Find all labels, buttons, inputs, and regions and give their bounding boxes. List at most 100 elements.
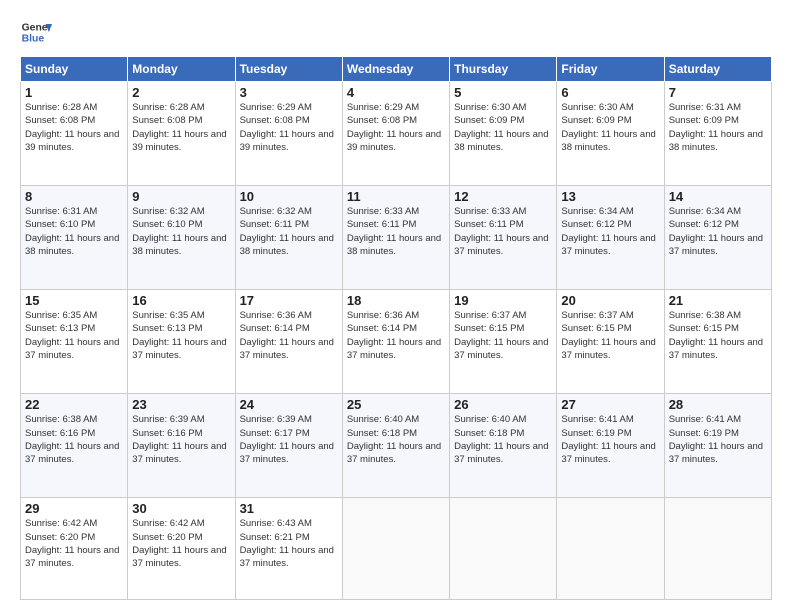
day-info: Sunrise: 6:28 AM Sunset: 6:08 PM Dayligh… [132, 101, 230, 154]
calendar-day-cell: 20 Sunrise: 6:37 AM Sunset: 6:15 PM Dayl… [557, 290, 664, 394]
calendar-day-cell [342, 498, 449, 600]
calendar-day-cell: 10 Sunrise: 6:32 AM Sunset: 6:11 PM Dayl… [235, 186, 342, 290]
page: General Blue SundayMondayTuesdayWednesda… [0, 0, 792, 612]
calendar-day-cell [664, 498, 771, 600]
calendar-day-cell: 29 Sunrise: 6:42 AM Sunset: 6:20 PM Dayl… [21, 498, 128, 600]
calendar-week-row: 22 Sunrise: 6:38 AM Sunset: 6:16 PM Dayl… [21, 394, 772, 498]
day-info: Sunrise: 6:37 AM Sunset: 6:15 PM Dayligh… [561, 309, 659, 362]
day-number: 8 [25, 189, 123, 204]
day-number: 18 [347, 293, 445, 308]
day-number: 15 [25, 293, 123, 308]
calendar-day-cell: 21 Sunrise: 6:38 AM Sunset: 6:15 PM Dayl… [664, 290, 771, 394]
day-info: Sunrise: 6:29 AM Sunset: 6:08 PM Dayligh… [347, 101, 445, 154]
day-info: Sunrise: 6:33 AM Sunset: 6:11 PM Dayligh… [347, 205, 445, 258]
calendar-day-cell: 17 Sunrise: 6:36 AM Sunset: 6:14 PM Dayl… [235, 290, 342, 394]
day-info: Sunrise: 6:35 AM Sunset: 6:13 PM Dayligh… [25, 309, 123, 362]
day-info: Sunrise: 6:30 AM Sunset: 6:09 PM Dayligh… [561, 101, 659, 154]
weekday-header-cell: Wednesday [342, 57, 449, 82]
calendar-day-cell: 22 Sunrise: 6:38 AM Sunset: 6:16 PM Dayl… [21, 394, 128, 498]
calendar-week-row: 8 Sunrise: 6:31 AM Sunset: 6:10 PM Dayli… [21, 186, 772, 290]
day-number: 10 [240, 189, 338, 204]
day-number: 14 [669, 189, 767, 204]
day-info: Sunrise: 6:43 AM Sunset: 6:21 PM Dayligh… [240, 517, 338, 570]
day-number: 16 [132, 293, 230, 308]
day-number: 3 [240, 85, 338, 100]
calendar-day-cell: 4 Sunrise: 6:29 AM Sunset: 6:08 PM Dayli… [342, 82, 449, 186]
day-number: 13 [561, 189, 659, 204]
calendar-day-cell: 7 Sunrise: 6:31 AM Sunset: 6:09 PM Dayli… [664, 82, 771, 186]
calendar-day-cell: 13 Sunrise: 6:34 AM Sunset: 6:12 PM Dayl… [557, 186, 664, 290]
day-number: 25 [347, 397, 445, 412]
calendar-body: 1 Sunrise: 6:28 AM Sunset: 6:08 PM Dayli… [21, 82, 772, 600]
day-info: Sunrise: 6:33 AM Sunset: 6:11 PM Dayligh… [454, 205, 552, 258]
calendar-day-cell: 26 Sunrise: 6:40 AM Sunset: 6:18 PM Dayl… [450, 394, 557, 498]
day-info: Sunrise: 6:34 AM Sunset: 6:12 PM Dayligh… [669, 205, 767, 258]
weekday-header-row: SundayMondayTuesdayWednesdayThursdayFrid… [21, 57, 772, 82]
calendar-day-cell: 6 Sunrise: 6:30 AM Sunset: 6:09 PM Dayli… [557, 82, 664, 186]
calendar-day-cell: 24 Sunrise: 6:39 AM Sunset: 6:17 PM Dayl… [235, 394, 342, 498]
calendar-day-cell: 15 Sunrise: 6:35 AM Sunset: 6:13 PM Dayl… [21, 290, 128, 394]
calendar-day-cell: 8 Sunrise: 6:31 AM Sunset: 6:10 PM Dayli… [21, 186, 128, 290]
day-info: Sunrise: 6:28 AM Sunset: 6:08 PM Dayligh… [25, 101, 123, 154]
weekday-header-cell: Sunday [21, 57, 128, 82]
calendar-week-row: 29 Sunrise: 6:42 AM Sunset: 6:20 PM Dayl… [21, 498, 772, 600]
day-info: Sunrise: 6:38 AM Sunset: 6:16 PM Dayligh… [25, 413, 123, 466]
calendar-table: SundayMondayTuesdayWednesdayThursdayFrid… [20, 56, 772, 600]
calendar-day-cell [557, 498, 664, 600]
calendar-day-cell: 27 Sunrise: 6:41 AM Sunset: 6:19 PM Dayl… [557, 394, 664, 498]
day-number: 20 [561, 293, 659, 308]
day-info: Sunrise: 6:38 AM Sunset: 6:15 PM Dayligh… [669, 309, 767, 362]
day-info: Sunrise: 6:39 AM Sunset: 6:17 PM Dayligh… [240, 413, 338, 466]
weekday-header-cell: Saturday [664, 57, 771, 82]
day-number: 23 [132, 397, 230, 412]
day-info: Sunrise: 6:42 AM Sunset: 6:20 PM Dayligh… [132, 517, 230, 570]
day-info: Sunrise: 6:42 AM Sunset: 6:20 PM Dayligh… [25, 517, 123, 570]
day-number: 24 [240, 397, 338, 412]
day-info: Sunrise: 6:30 AM Sunset: 6:09 PM Dayligh… [454, 101, 552, 154]
day-info: Sunrise: 6:32 AM Sunset: 6:11 PM Dayligh… [240, 205, 338, 258]
day-number: 7 [669, 85, 767, 100]
weekday-header-cell: Friday [557, 57, 664, 82]
calendar-day-cell: 30 Sunrise: 6:42 AM Sunset: 6:20 PM Dayl… [128, 498, 235, 600]
day-info: Sunrise: 6:34 AM Sunset: 6:12 PM Dayligh… [561, 205, 659, 258]
day-info: Sunrise: 6:29 AM Sunset: 6:08 PM Dayligh… [240, 101, 338, 154]
day-info: Sunrise: 6:37 AM Sunset: 6:15 PM Dayligh… [454, 309, 552, 362]
day-info: Sunrise: 6:41 AM Sunset: 6:19 PM Dayligh… [561, 413, 659, 466]
calendar-week-row: 15 Sunrise: 6:35 AM Sunset: 6:13 PM Dayl… [21, 290, 772, 394]
day-info: Sunrise: 6:36 AM Sunset: 6:14 PM Dayligh… [347, 309, 445, 362]
day-info: Sunrise: 6:31 AM Sunset: 6:10 PM Dayligh… [25, 205, 123, 258]
day-number: 11 [347, 189, 445, 204]
calendar-day-cell: 19 Sunrise: 6:37 AM Sunset: 6:15 PM Dayl… [450, 290, 557, 394]
day-info: Sunrise: 6:35 AM Sunset: 6:13 PM Dayligh… [132, 309, 230, 362]
day-info: Sunrise: 6:39 AM Sunset: 6:16 PM Dayligh… [132, 413, 230, 466]
day-info: Sunrise: 6:40 AM Sunset: 6:18 PM Dayligh… [347, 413, 445, 466]
day-number: 30 [132, 501, 230, 516]
day-number: 4 [347, 85, 445, 100]
day-number: 17 [240, 293, 338, 308]
calendar-day-cell: 5 Sunrise: 6:30 AM Sunset: 6:09 PM Dayli… [450, 82, 557, 186]
day-info: Sunrise: 6:40 AM Sunset: 6:18 PM Dayligh… [454, 413, 552, 466]
calendar-week-row: 1 Sunrise: 6:28 AM Sunset: 6:08 PM Dayli… [21, 82, 772, 186]
day-number: 21 [669, 293, 767, 308]
day-number: 1 [25, 85, 123, 100]
day-number: 19 [454, 293, 552, 308]
header: General Blue [20, 16, 772, 48]
weekday-header-cell: Monday [128, 57, 235, 82]
calendar-day-cell: 12 Sunrise: 6:33 AM Sunset: 6:11 PM Dayl… [450, 186, 557, 290]
calendar-day-cell: 11 Sunrise: 6:33 AM Sunset: 6:11 PM Dayl… [342, 186, 449, 290]
calendar-day-cell: 23 Sunrise: 6:39 AM Sunset: 6:16 PM Dayl… [128, 394, 235, 498]
svg-text:Blue: Blue [22, 34, 45, 45]
calendar-day-cell: 28 Sunrise: 6:41 AM Sunset: 6:19 PM Dayl… [664, 394, 771, 498]
calendar-day-cell: 2 Sunrise: 6:28 AM Sunset: 6:08 PM Dayli… [128, 82, 235, 186]
day-info: Sunrise: 6:32 AM Sunset: 6:10 PM Dayligh… [132, 205, 230, 258]
day-number: 27 [561, 397, 659, 412]
calendar-day-cell: 3 Sunrise: 6:29 AM Sunset: 6:08 PM Dayli… [235, 82, 342, 186]
calendar-day-cell: 25 Sunrise: 6:40 AM Sunset: 6:18 PM Dayl… [342, 394, 449, 498]
day-number: 28 [669, 397, 767, 412]
day-number: 5 [454, 85, 552, 100]
logo: General Blue [20, 16, 52, 48]
calendar-day-cell: 14 Sunrise: 6:34 AM Sunset: 6:12 PM Dayl… [664, 186, 771, 290]
calendar-day-cell [450, 498, 557, 600]
calendar-day-cell: 1 Sunrise: 6:28 AM Sunset: 6:08 PM Dayli… [21, 82, 128, 186]
day-info: Sunrise: 6:41 AM Sunset: 6:19 PM Dayligh… [669, 413, 767, 466]
